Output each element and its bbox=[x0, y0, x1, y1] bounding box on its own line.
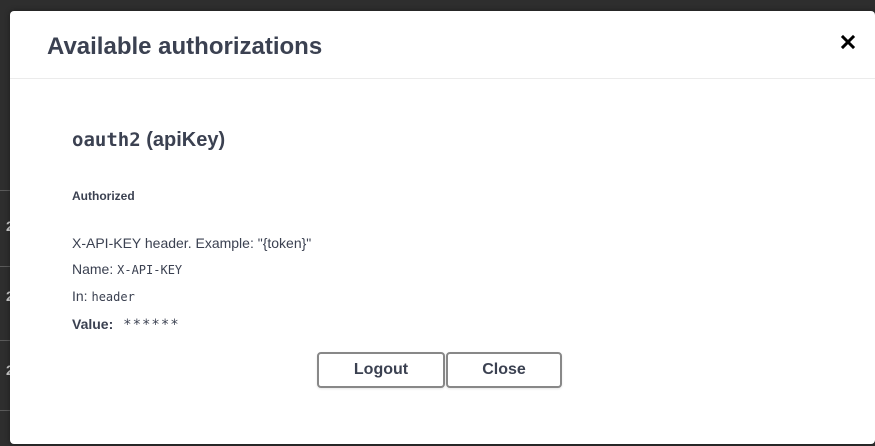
modal-header: Available authorizations bbox=[10, 11, 875, 79]
in-label: In: bbox=[72, 288, 88, 304]
scheme-in-row: In: header bbox=[72, 288, 135, 304]
scheme-type: (apiKey) bbox=[146, 129, 226, 151]
scheme-description: X-API-KEY header. Example: "{token}" bbox=[72, 235, 312, 251]
auth-scheme-title: oauth2 (apiKey) bbox=[72, 129, 225, 152]
close-modal-button[interactable] bbox=[837, 31, 859, 53]
logout-button[interactable]: Logout bbox=[317, 352, 445, 388]
authorized-status: Authorized bbox=[72, 189, 135, 203]
name-label: Name: bbox=[72, 261, 114, 277]
authorizations-modal: Available authorizations oauth2 (apiKey)… bbox=[10, 11, 875, 444]
scheme-name: oauth2 bbox=[72, 129, 141, 151]
scheme-name-row: Name: X-API-KEY bbox=[72, 261, 182, 277]
modal-title: Available authorizations bbox=[47, 33, 323, 60]
in-value: header bbox=[91, 290, 135, 304]
scheme-value-row: Value: ****** bbox=[72, 316, 180, 333]
value-label: Value: bbox=[72, 316, 114, 332]
value-masked: ****** bbox=[123, 317, 180, 333]
close-icon bbox=[840, 34, 856, 50]
close-button[interactable]: Close bbox=[446, 352, 562, 388]
name-value: X-API-KEY bbox=[117, 263, 183, 277]
